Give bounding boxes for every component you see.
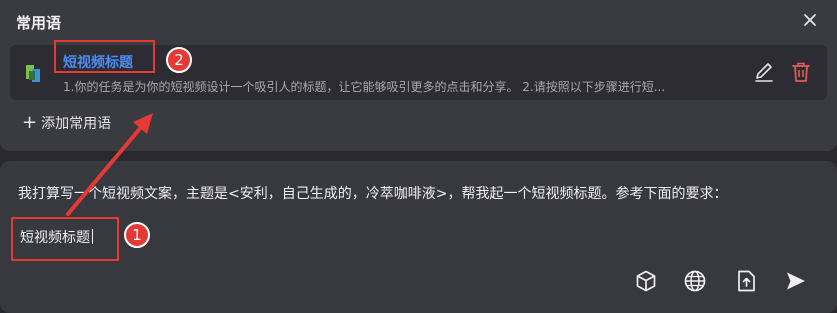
panel-title: 常用语 <box>16 14 62 32</box>
add-phrase-button[interactable]: + 添加常用语 <box>22 113 111 133</box>
cube-icon[interactable] <box>634 269 658 293</box>
annotation-badge-1: 1 <box>124 222 150 248</box>
add-phrase-label: 添加常用语 <box>41 116 112 132</box>
annotation-box-input-text <box>11 217 119 261</box>
plus-icon: + <box>22 112 38 133</box>
globe-icon[interactable] <box>683 269 707 293</box>
input-text-line-1[interactable]: 我打算写一个短视频文案，主题是<安利，自己生成的，冷萃咖啡液>，帮我起一个短视频… <box>18 183 727 203</box>
trash-icon[interactable] <box>790 61 812 83</box>
common-phrases-panel: 常用语 短视频标题 1.你的任务是为你的短视频设计一个吸引人的标题，让它能够吸引… <box>0 0 837 151</box>
send-icon[interactable] <box>784 269 808 293</box>
phrase-description: 1.你的任务是为你的短视频设计一个吸引人的标题，让它能够吸引更多的点击和分享。 … <box>63 80 666 94</box>
upload-file-icon[interactable] <box>734 269 758 293</box>
annotation-badge-2: 2 <box>166 47 192 73</box>
close-icon[interactable] <box>801 11 819 29</box>
book-stack-icon <box>26 65 40 82</box>
edit-pencil-icon[interactable] <box>753 61 775 83</box>
annotation-box-phrase-title <box>54 40 155 73</box>
